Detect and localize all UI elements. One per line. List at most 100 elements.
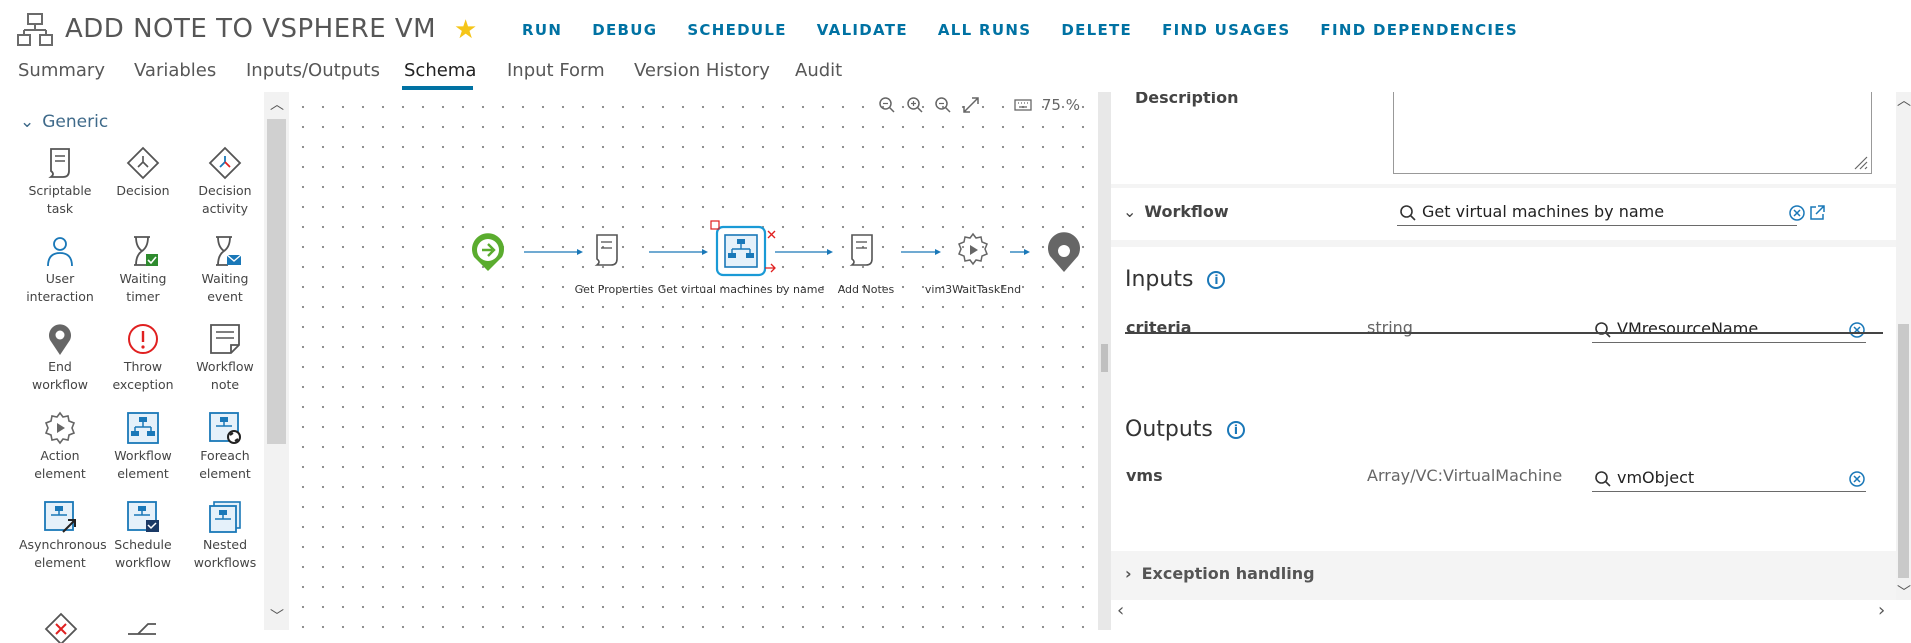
header: ADD NOTE TO VSPHERE VM ★ RUN DEBUG SCHED…	[0, 0, 1911, 56]
waiting-timer-icon	[134, 236, 158, 266]
scroll-left-icon[interactable]: ‹	[1117, 600, 1124, 621]
palette-item-foreach-element[interactable]: Foreach element	[184, 411, 264, 483]
palette-item-label: Waiting timer	[119, 271, 167, 304]
schema-canvas[interactable]: 75 % Get Properties Get virtual machines…	[292, 92, 1098, 630]
description-textarea[interactable]	[1393, 92, 1872, 174]
inputs-title: Inputs	[1125, 267, 1194, 292]
palette-item-label: Workflow element	[114, 448, 172, 481]
panel-scroll-thumb[interactable]	[1898, 324, 1909, 578]
scroll-right-icon[interactable]: ›	[1878, 600, 1885, 621]
tab-schema[interactable]: Schema	[404, 60, 476, 81]
validate-button[interactable]: VALIDATE	[817, 21, 908, 39]
tab-inputs-outputs[interactable]: Inputs/Outputs	[246, 60, 380, 81]
scroll-up-icon[interactable]: ︿	[1897, 90, 1911, 110]
input-binding-value: VMresourceName	[1617, 319, 1759, 338]
node-get-virtual-machines[interactable]	[710, 220, 776, 277]
node-get-properties[interactable]	[594, 234, 618, 266]
tab-bar: Summary Variables Inputs/Outputs Schema …	[0, 56, 1911, 92]
info-icon[interactable]: i	[1226, 421, 1245, 439]
external-link-icon[interactable]	[1808, 204, 1826, 222]
decision-activity-icon	[208, 146, 242, 180]
decision-icon	[126, 146, 160, 180]
palette-item-decision-activity[interactable]: Decision activity	[184, 146, 264, 218]
end-workflow-icon	[49, 324, 71, 355]
palette-item-asynchronous-element[interactable]: Asynchronous element	[19, 500, 107, 572]
output-binding-field[interactable]: vmObject	[1592, 466, 1866, 492]
palette-item-nested-workflows[interactable]: Nested workflows	[184, 500, 264, 572]
palette-item-label: Scriptable task	[28, 183, 92, 216]
palette-item-waiting-timer[interactable]: Waiting timer	[102, 234, 184, 306]
palette-item-label: Foreach element	[199, 448, 251, 481]
run-button[interactable]: RUN	[522, 21, 562, 39]
nested-workflows-icon	[209, 501, 241, 533]
palette-section-generic[interactable]: ⌄ Generic	[20, 112, 108, 132]
palette-item-decision[interactable]: Decision	[102, 146, 184, 200]
start-node-icon[interactable]	[472, 233, 504, 271]
scroll-down-icon[interactable]: ﹀	[270, 606, 284, 626]
palette-item-throw-exception[interactable]: Throw exception	[102, 322, 184, 394]
error-handler-icon[interactable]	[44, 612, 78, 643]
workflow-value: Get virtual machines by name	[1422, 202, 1665, 221]
node-vim3-wait-task-end[interactable]	[958, 232, 988, 266]
tab-audit[interactable]: Audit	[795, 60, 842, 81]
end-node-icon[interactable]	[1048, 232, 1080, 272]
info-icon[interactable]: i	[1207, 271, 1226, 289]
palette-scroll-thumb[interactable]	[267, 119, 286, 444]
palette-item-schedule-workflow[interactable]: Schedule workflow	[102, 500, 184, 572]
node-add-notes[interactable]	[849, 234, 873, 266]
scroll-up-icon[interactable]: ︿	[270, 94, 284, 114]
exception-label: Exception handling	[1141, 564, 1315, 583]
find-usages-button[interactable]: FIND USAGES	[1162, 21, 1290, 39]
debug-button[interactable]: DEBUG	[592, 21, 657, 39]
tab-variables[interactable]: Variables	[134, 60, 216, 81]
exception-toggle[interactable]: › Exception handling	[1125, 564, 1315, 583]
palette-item-label: Decision	[116, 183, 170, 198]
workflow-collapse-toggle[interactable]: ⌄ Workflow	[1123, 202, 1229, 221]
panel-splitter[interactable]	[1098, 92, 1111, 630]
clear-icon[interactable]	[1848, 470, 1866, 488]
palette-item-action-element[interactable]: Action element	[19, 411, 101, 483]
user-interaction-icon	[47, 237, 73, 267]
schedule-button[interactable]: SCHEDULE	[687, 21, 786, 39]
tab-summary[interactable]: Summary	[18, 60, 105, 81]
splitter-grip[interactable]	[1101, 344, 1108, 372]
panel-horizontal-scrollbar[interactable]: ‹ ›	[1111, 600, 1896, 621]
clear-icon[interactable]	[1788, 204, 1806, 222]
tab-input-form[interactable]: Input Form	[507, 60, 605, 81]
find-dependencies-button[interactable]: FIND DEPENDENCIES	[1320, 21, 1518, 39]
scroll-down-icon[interactable]: ﹀	[1897, 582, 1911, 602]
palette-item-label: Workflow note	[196, 359, 254, 392]
search-icon	[1595, 471, 1611, 487]
workflow-search-field[interactable]: Get virtual machines by name	[1397, 200, 1797, 226]
all-runs-button[interactable]: ALL RUNS	[938, 21, 1031, 39]
connector-arrows	[524, 249, 1030, 255]
palette-item-label: Throw exception	[112, 359, 174, 392]
favorite-star-icon[interactable]: ★	[454, 17, 477, 43]
palette-item-workflow-element[interactable]: Workflow element	[102, 411, 184, 483]
exception-section[interactable]: › Exception handling	[1111, 554, 1896, 600]
delete-button[interactable]: DELETE	[1061, 21, 1132, 39]
workflow-diagram	[472, 220, 1080, 277]
tab-version-history[interactable]: Version History	[634, 60, 770, 81]
palette-item-waiting-event[interactable]: Waiting event	[184, 234, 264, 306]
outputs-title: Outputs	[1125, 417, 1213, 442]
switch-icon[interactable]	[126, 610, 160, 643]
palette-item-label: Action element	[34, 448, 86, 481]
bindings-section: Inputs i criteria string VMresourceName O…	[1111, 247, 1896, 551]
properties-panel: Description ⌄ Workflow Get virtual machin…	[1111, 92, 1896, 600]
palette-item-workflow-note[interactable]: Workflow note	[184, 322, 264, 394]
description-label: Description	[1135, 92, 1239, 107]
palette-item-label: Waiting event	[201, 271, 249, 304]
palette-item-label: Decision activity	[198, 183, 252, 216]
palette-item-end-workflow[interactable]: End workflow	[19, 322, 101, 394]
panel-vertical-scrollbar[interactable]: ︿ ﹀	[1896, 90, 1911, 602]
input-name: criteria	[1126, 318, 1192, 337]
workflow-section: ⌄ Workflow Get virtual machines by name	[1111, 188, 1896, 240]
active-tab-indicator	[402, 86, 473, 90]
palette-item-scriptable-task[interactable]: Scriptable task	[19, 146, 101, 218]
palette-item-user-interaction[interactable]: User interaction	[19, 234, 101, 306]
input-binding-field[interactable]: VMresourceName	[1592, 317, 1866, 343]
clear-icon[interactable]	[1848, 321, 1866, 339]
palette-scrollbar[interactable]: ︿ ﹀	[264, 92, 289, 630]
resize-grip-icon[interactable]	[1851, 153, 1869, 171]
